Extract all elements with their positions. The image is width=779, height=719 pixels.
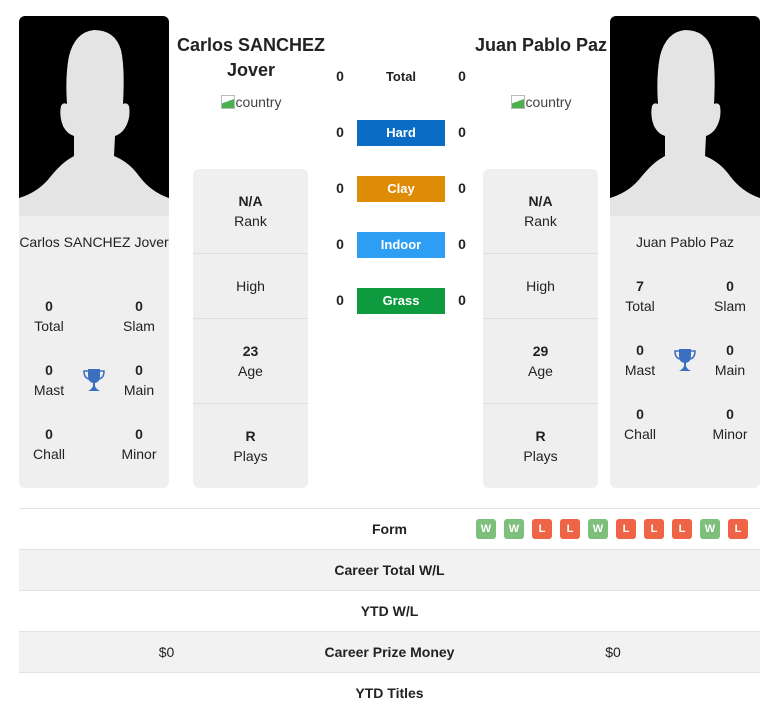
- player2-high: High: [483, 254, 598, 319]
- form-result-win[interactable]: W: [476, 519, 496, 539]
- career-wl-row: Career Total W/L: [19, 549, 760, 590]
- player1-photo: [19, 16, 169, 216]
- p2-indoor-count: 0: [458, 236, 466, 252]
- p2-clay-count: 0: [458, 180, 466, 196]
- form-label: Form: [372, 521, 407, 537]
- player1-chall-titles: 0 Chall: [33, 426, 65, 462]
- prize-money-label: Career Prize Money: [324, 644, 455, 660]
- player1-total-titles: 0 Total: [34, 298, 64, 334]
- surface-row-clay: 0 Clay 0: [330, 176, 472, 202]
- form-row: Form WWLLWLLLWL: [19, 508, 760, 549]
- broken-image-icon: [220, 95, 235, 109]
- p1-indoor-count: 0: [336, 236, 344, 252]
- p2-grass-count: 0: [458, 292, 466, 308]
- player1-prize-money: $0: [158, 644, 175, 660]
- player2-slam-titles: 0 Slam: [714, 278, 746, 314]
- player1-card: Carlos SANCHEZ Jover 0 Total 0 Slam 0 Mast …: [19, 16, 169, 488]
- player2-plays: R Plays: [523, 428, 558, 464]
- player2-minor-titles: 0 Minor: [712, 406, 748, 442]
- surface-hard-badge: Hard: [357, 120, 445, 146]
- surface-row-hard: 0 Hard 0: [330, 120, 472, 146]
- surface-row-grass: 0 Grass 0: [330, 288, 472, 314]
- player1-card-name: Carlos SANCHEZ Jover: [19, 234, 169, 250]
- player2-age: 29 Age: [483, 319, 598, 404]
- player2-chall-titles: 0 Chall: [624, 406, 656, 442]
- player1-info: N/A Rank High 23 Age R Plays: [193, 169, 308, 488]
- ytd-wl-row: YTD W/L: [19, 590, 760, 631]
- player1-plays: R Plays: [233, 428, 268, 464]
- ytd-titles-label: YTD Titles: [355, 685, 424, 701]
- surface-indoor-badge: Indoor: [357, 232, 445, 258]
- p1-grass-count: 0: [336, 292, 344, 308]
- player2-total-titles: 7 Total: [625, 278, 655, 314]
- player1-mast-titles: 0 Mast: [33, 362, 65, 398]
- player2-photo: [610, 16, 760, 216]
- form-result-loss[interactable]: L: [644, 519, 664, 539]
- trophy-icon: [81, 367, 107, 393]
- form-result-loss[interactable]: L: [532, 519, 552, 539]
- p2-total-count: 0: [458, 68, 466, 84]
- prize-money-row: $0 Career Prize Money $0: [19, 631, 760, 672]
- form-result-loss[interactable]: L: [560, 519, 580, 539]
- player2-main-titles: 0 Main: [714, 342, 746, 378]
- player1-age: 23 Age: [193, 319, 308, 404]
- p1-total-count: 0: [336, 68, 344, 84]
- form-result-win[interactable]: W: [504, 519, 524, 539]
- player1-main-titles: 0 Main: [123, 362, 155, 398]
- silhouette-icon: [610, 30, 760, 216]
- player2-card-name: Juan Pablo Paz: [635, 234, 735, 250]
- p1-hard-count: 0: [336, 124, 344, 140]
- form-result-loss[interactable]: L: [728, 519, 748, 539]
- player2-name[interactable]: Juan Pablo Paz: [466, 33, 616, 58]
- ytd-titles-row: YTD Titles: [19, 672, 760, 713]
- player2-mast-titles: 0 Mast: [624, 342, 656, 378]
- surface-row-indoor: 0 Indoor 0: [330, 232, 472, 258]
- p1-clay-count: 0: [336, 180, 344, 196]
- surface-row-total: 0 Total 0: [330, 64, 472, 90]
- form-result-loss[interactable]: L: [672, 519, 692, 539]
- player1-high: High: [193, 254, 308, 319]
- career-wl-label: Career Total W/L: [334, 562, 445, 578]
- surface-clay-badge: Clay: [357, 176, 445, 202]
- trophy-icon: [672, 347, 698, 373]
- player2-flag: country: [466, 92, 616, 112]
- player1-flag: country: [176, 92, 326, 112]
- form-result-loss[interactable]: L: [616, 519, 636, 539]
- form-result-win[interactable]: W: [588, 519, 608, 539]
- form-badges: WWLLWLLLWL: [476, 519, 748, 539]
- broken-image-icon: [510, 95, 525, 109]
- player1-name[interactable]: Carlos SANCHEZ Jover: [176, 33, 326, 83]
- player1-minor-titles: 0 Minor: [121, 426, 157, 462]
- form-result-win[interactable]: W: [700, 519, 720, 539]
- silhouette-icon: [19, 30, 169, 216]
- p2-hard-count: 0: [458, 124, 466, 140]
- ytd-wl-label: YTD W/L: [360, 603, 419, 619]
- surface-grass-badge: Grass: [357, 288, 445, 314]
- player2-info: N/A Rank High 29 Age R Plays: [483, 169, 598, 488]
- surface-total-label: Total: [385, 69, 417, 84]
- player2-prize-money: $0: [605, 644, 621, 660]
- player2-card: Juan Pablo Paz 7 Total 0 Slam 0 Mast 0 Main …: [610, 16, 760, 488]
- player2-rank: N/A Rank: [483, 169, 598, 254]
- player1-rank: N/A Rank: [193, 169, 308, 254]
- player1-slam-titles: 0 Slam: [123, 298, 155, 334]
